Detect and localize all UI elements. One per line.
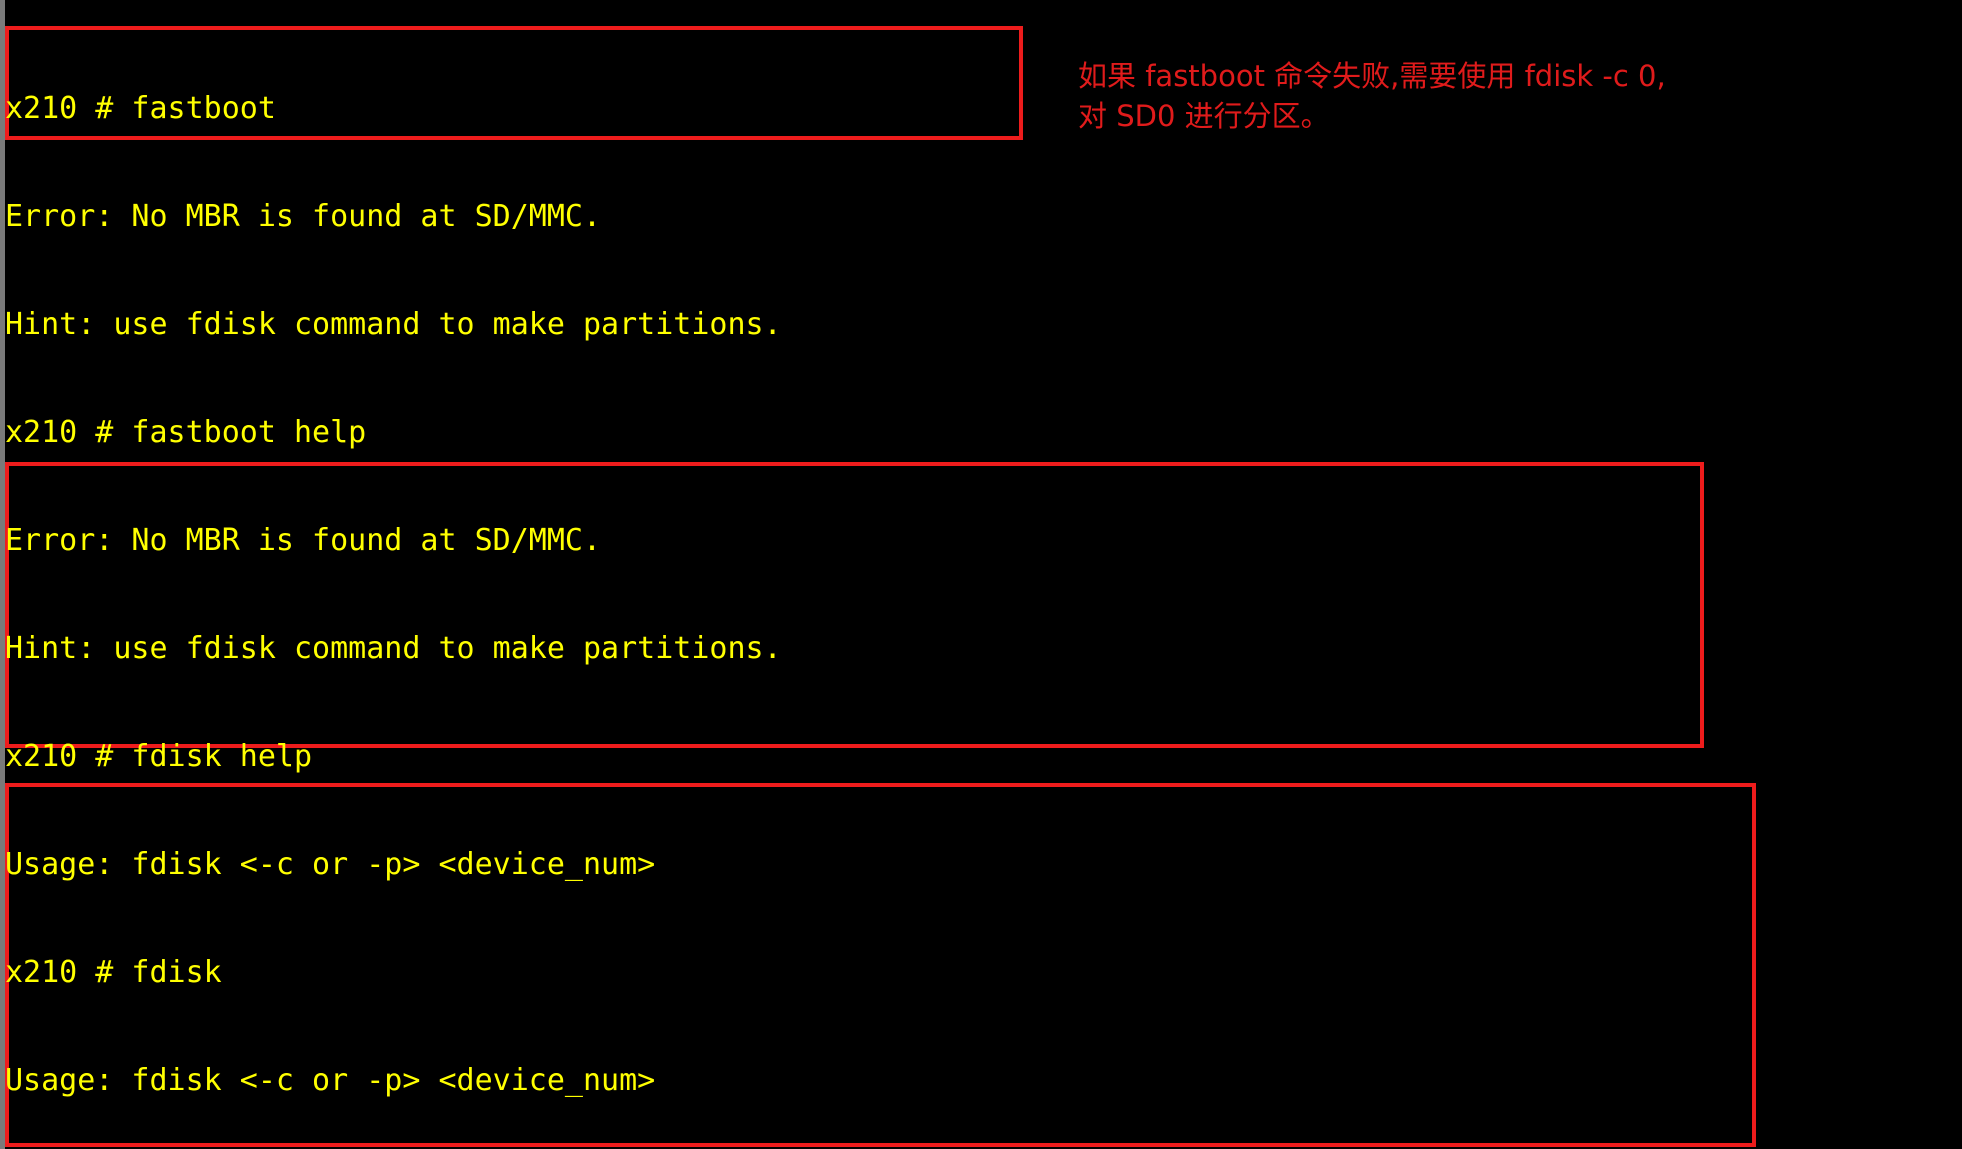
console-line: Usage: fdisk <-c or -p> <device_num> (5, 1063, 656, 1098)
annotation-line-2: 对 SD0 进行分区。 (1078, 99, 1330, 133)
console-line: Hint: use fdisk command to make partitio… (5, 307, 782, 342)
console-line: Usage: fdisk <-c or -p> <device_num> (5, 847, 656, 882)
terminal-screen: x210 # fastboot Error: No MBR is found a… (0, 0, 1962, 1149)
console-line: x210 # fdisk (5, 955, 222, 990)
console-line: Error: No MBR is found at SD/MMC. (5, 199, 602, 234)
console-line: Error: No MBR is found at SD/MMC. (5, 523, 602, 558)
console-line: x210 # fdisk help (5, 739, 313, 774)
console-line: x210 # fastboot (5, 91, 276, 126)
console-output: x210 # fastboot Error: No MBR is found a… (5, 19, 1962, 1149)
console-line: Hint: use fdisk command to make partitio… (5, 631, 782, 666)
annotation-line-1: 如果 fastboot 命令失败,需要使用 fdisk -c 0, (1078, 59, 1666, 93)
console-line: x210 # fastboot help (5, 415, 367, 450)
